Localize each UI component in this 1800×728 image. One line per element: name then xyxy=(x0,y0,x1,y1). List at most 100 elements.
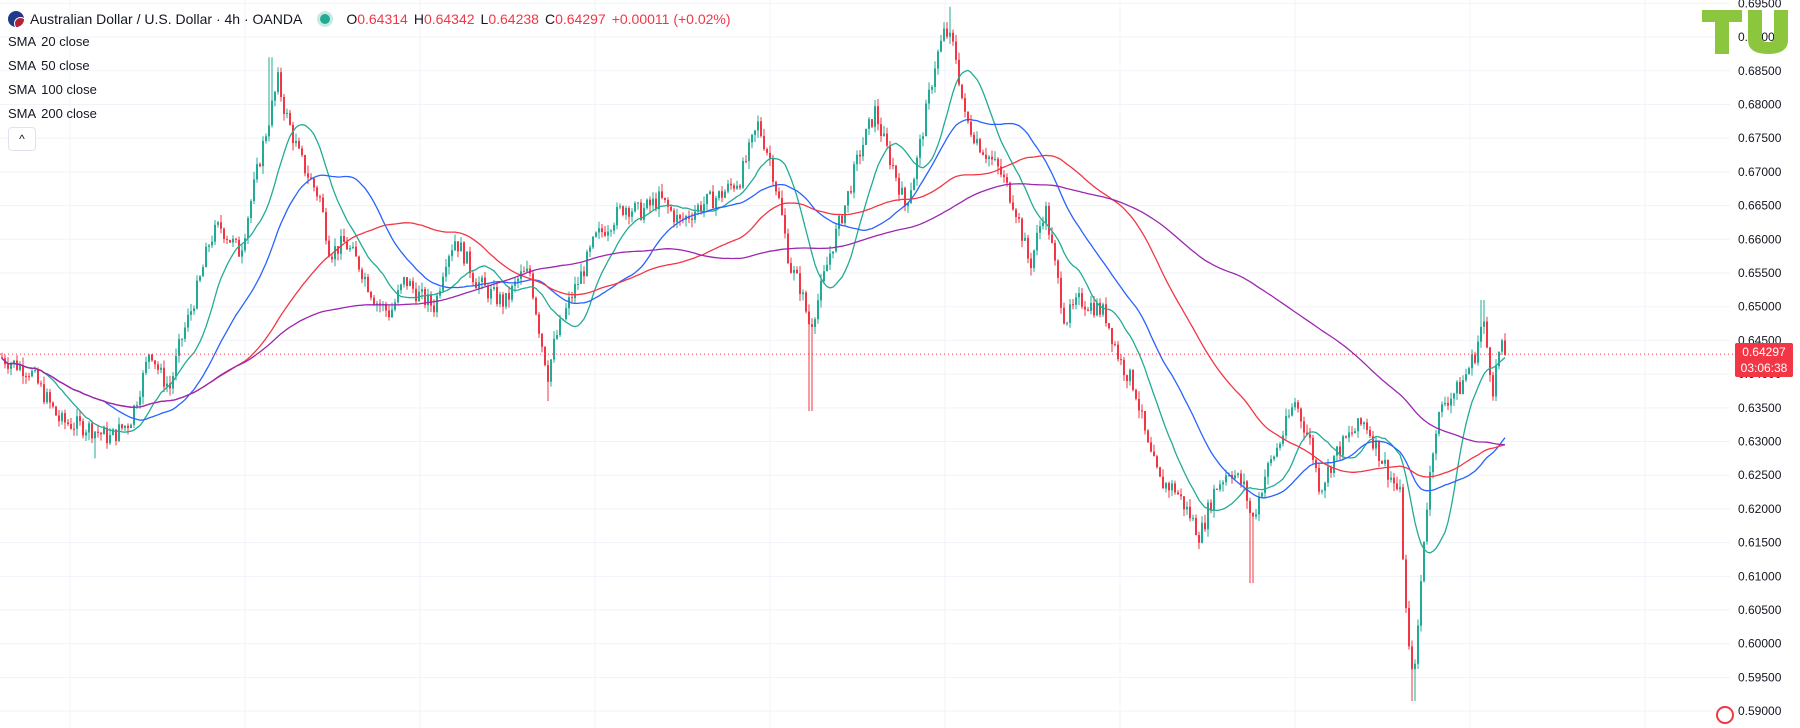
candle-body xyxy=(1273,456,1275,460)
candle-body xyxy=(256,164,258,180)
candle-body xyxy=(1270,459,1272,464)
sma-line xyxy=(1,69,1506,554)
candle-body xyxy=(391,309,393,318)
candle-body xyxy=(964,98,966,112)
candle-body xyxy=(1135,389,1137,399)
candle-body xyxy=(1078,293,1080,298)
candle-body xyxy=(889,145,891,166)
candle-body xyxy=(1063,307,1065,324)
candle-body xyxy=(136,405,138,407)
candle-body xyxy=(109,435,111,444)
candle-body xyxy=(1165,483,1167,489)
candle-body xyxy=(1012,202,1014,210)
candle-body xyxy=(715,198,717,209)
candle-body xyxy=(544,346,546,366)
candle-body xyxy=(1402,487,1404,560)
candle-body xyxy=(1018,217,1020,219)
candle-body xyxy=(211,241,213,246)
candle-body xyxy=(817,300,819,320)
candle-body xyxy=(262,141,264,167)
candle-body xyxy=(1486,321,1488,348)
candle-body xyxy=(394,302,396,310)
candle-body xyxy=(1384,459,1386,464)
indicator-name: SMA xyxy=(8,57,37,73)
candle-body xyxy=(1177,492,1179,495)
candle-body xyxy=(847,191,849,206)
candle-body xyxy=(1417,625,1419,664)
market-status-icon[interactable] xyxy=(320,14,331,24)
candle-body xyxy=(1126,375,1128,382)
candle-body xyxy=(454,241,456,251)
symbol-title[interactable]: Australian Dollar / U.S. Dollar · 4h · O… xyxy=(30,11,302,27)
candle-body xyxy=(55,406,57,416)
price-tick-label: 0.60000 xyxy=(1738,637,1782,651)
candle-body xyxy=(1318,467,1320,492)
candle-body xyxy=(553,338,555,360)
candle-body xyxy=(1105,304,1107,324)
price-tick-label: 0.61500 xyxy=(1738,536,1782,550)
collapse-legend-button[interactable]: ^ xyxy=(8,127,36,151)
candle-body xyxy=(616,207,618,226)
candle-body xyxy=(37,370,39,384)
candle-body xyxy=(1141,410,1143,412)
candle-body xyxy=(943,28,945,41)
candle-body xyxy=(1042,222,1044,227)
candle-body xyxy=(1348,432,1350,438)
candle-body xyxy=(802,292,804,294)
candle-body xyxy=(184,327,186,339)
candle-body xyxy=(1456,381,1458,394)
candle-body xyxy=(931,86,933,90)
candle-body xyxy=(634,203,636,212)
candle-body xyxy=(487,285,489,299)
candle-body xyxy=(1450,398,1452,406)
indicator-params: 100 close xyxy=(41,81,97,97)
candle-body xyxy=(628,207,630,217)
candle-body xyxy=(1075,297,1077,305)
candle-body xyxy=(934,68,936,87)
candle-body xyxy=(250,201,252,218)
candle-body xyxy=(652,198,654,206)
candle-body xyxy=(25,376,27,378)
candle-body xyxy=(580,271,582,284)
candle-body xyxy=(1285,416,1287,436)
candle-body xyxy=(1342,436,1344,456)
price-tick-label: 0.62000 xyxy=(1738,502,1782,516)
indicator-sma-200[interactable]: SMA 200 close xyxy=(8,101,737,125)
indicator-sma-100[interactable]: SMA 100 close xyxy=(8,77,737,101)
candle-body xyxy=(415,288,417,302)
candle-body xyxy=(1084,306,1086,310)
indicator-sma-20[interactable]: SMA 20 close xyxy=(8,29,737,53)
indicator-params: 20 close xyxy=(41,33,90,49)
candle-body xyxy=(1489,347,1491,376)
candle-body xyxy=(1204,522,1206,530)
candle-body xyxy=(655,198,657,210)
candle-body xyxy=(859,154,861,157)
candle-body xyxy=(40,383,42,385)
candle-body xyxy=(913,179,915,191)
economic-events-icon[interactable] xyxy=(1716,706,1734,724)
candle-body xyxy=(613,225,615,231)
candle-body xyxy=(631,211,633,217)
price-tick-label: 0.69500 xyxy=(1738,0,1782,10)
candle-body xyxy=(1174,483,1176,493)
price-tick-label: 0.65500 xyxy=(1738,266,1782,280)
candle-body xyxy=(1441,404,1443,413)
candle-body xyxy=(355,246,357,257)
candle-body xyxy=(1252,512,1254,517)
candle-body xyxy=(559,319,561,335)
ohlc-high-value: 0.64342 xyxy=(423,11,475,27)
candle-body xyxy=(19,365,21,370)
indicator-sma-50[interactable]: SMA 50 close xyxy=(8,53,737,77)
candle-body xyxy=(646,199,648,209)
candle-body xyxy=(514,281,516,286)
candle-body xyxy=(67,422,69,425)
candle-body xyxy=(757,121,759,131)
candle-body xyxy=(1069,304,1071,323)
candle-body xyxy=(1447,402,1449,406)
candle-body xyxy=(1414,663,1416,670)
candle-body xyxy=(448,256,450,267)
price-tick-label: 0.62500 xyxy=(1738,468,1782,482)
candle-body xyxy=(319,196,321,198)
candle-body xyxy=(190,311,192,315)
candle-body xyxy=(433,305,435,313)
